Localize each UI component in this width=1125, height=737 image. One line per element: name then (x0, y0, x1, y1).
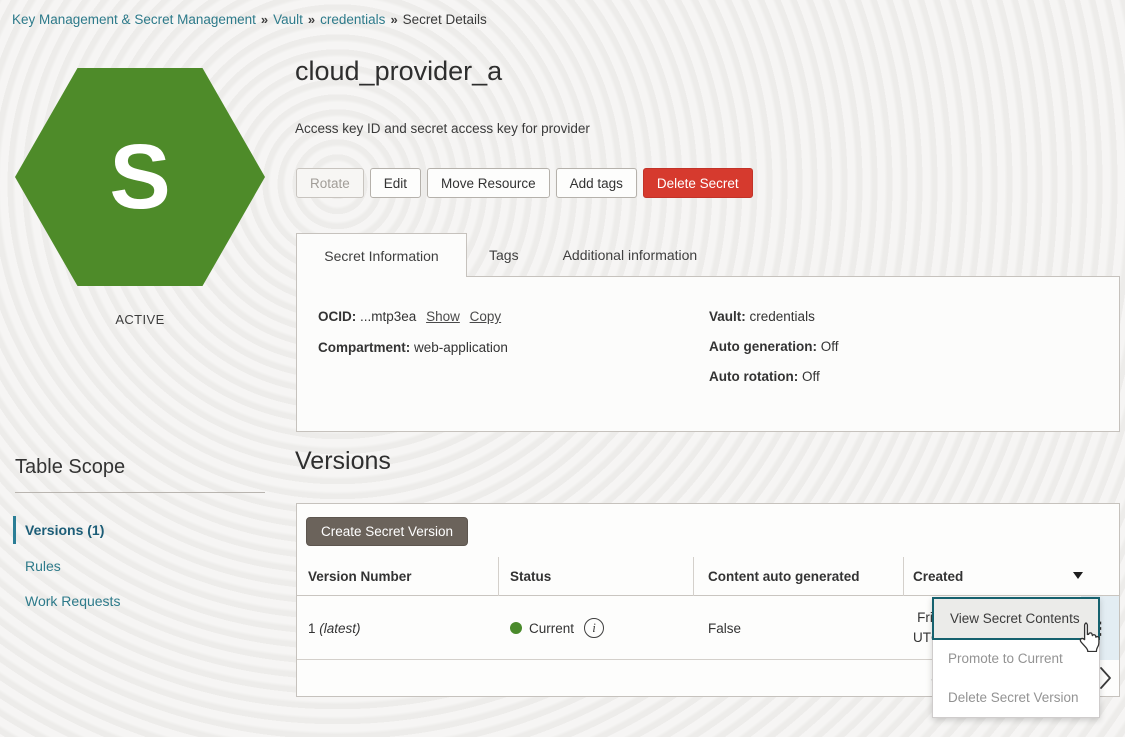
auto-generation-label: Auto generation: (709, 339, 817, 354)
ocid-label: OCID: (318, 309, 356, 324)
breadcrumb-link-vault[interactable]: Vault (273, 12, 303, 27)
secret-information-panel: OCID: ...mtp3ea Show Copy Compartment: w… (296, 276, 1120, 432)
show-link[interactable]: Show (426, 309, 460, 324)
secret-details-page: Key Management & Secret Management » Vault… (0, 0, 1125, 737)
vault-label: Vault: (709, 309, 746, 324)
create-secret-version-button[interactable]: Create Secret Version (306, 517, 468, 546)
breadcrumb-current-page: Secret Details (403, 12, 487, 27)
breadcrumb-link-credentials[interactable]: credentials (320, 12, 385, 27)
breadcrumb-separator-icon: » (390, 12, 397, 27)
breadcrumb-link-key-management[interactable]: Key Management & Secret Management (12, 12, 256, 27)
tab-bar: Secret Information Tags Additional infor… (296, 233, 719, 277)
column-header-created[interactable]: Created (913, 557, 963, 596)
breadcrumb-separator-icon: » (308, 12, 315, 27)
status-badge: ACTIVE (15, 312, 265, 327)
sidebar-divider (15, 492, 265, 493)
auto-rotation-field: Auto rotation: Off (709, 369, 820, 384)
compartment-label: Compartment: (318, 340, 410, 355)
sidebar-item-rules[interactable]: Rules (25, 558, 61, 574)
delete-secret-button[interactable]: Delete Secret (643, 168, 753, 198)
compartment-field: Compartment: web-application (318, 340, 508, 355)
status-dot-icon (510, 622, 522, 634)
table-scope-title: Table Scope (15, 456, 125, 479)
auto-generation-value: Off (821, 339, 839, 354)
tab-additional-information[interactable]: Additional information (541, 233, 720, 277)
secret-hexagon-icon: S (15, 68, 265, 286)
version-number: 1 (308, 621, 316, 636)
breadcrumb-separator-icon: » (261, 12, 268, 27)
edit-button[interactable]: Edit (370, 168, 421, 198)
auto-rotation-value: Off (802, 369, 820, 384)
action-buttons: Rotate Edit Move Resource Add tags Delet… (296, 168, 753, 198)
status-cell: Current i (510, 596, 604, 660)
page-title: cloud_provider_a (295, 56, 502, 87)
compartment-value: web-application (414, 340, 508, 355)
rotate-button[interactable]: Rotate (296, 168, 364, 198)
ocid-field: OCID: ...mtp3ea Show Copy (318, 309, 501, 324)
sidebar-item-versions[interactable]: Versions (1) (25, 522, 104, 538)
move-resource-button[interactable]: Move Resource (427, 168, 550, 198)
column-header-status[interactable]: Status (510, 557, 551, 596)
sidebar-item-work-requests[interactable]: Work Requests (25, 593, 120, 609)
version-number-cell: 1 (latest) (308, 596, 361, 660)
menu-item-promote-to-current[interactable]: Promote to Current (933, 639, 1099, 678)
versions-section-title: Versions (295, 447, 391, 476)
status-text: Current (529, 621, 574, 636)
copy-link[interactable]: Copy (470, 309, 502, 324)
vault-value: credentials (750, 309, 815, 324)
version-latest-suffix: (latest) (319, 621, 360, 636)
column-header-version-number[interactable]: Version Number (308, 557, 412, 596)
page-description: Access key ID and secret access key for … (295, 121, 590, 136)
hexagon-letter: S (109, 131, 170, 223)
content-auto-generated-cell: False (708, 596, 741, 660)
active-item-indicator (13, 516, 16, 544)
info-icon[interactable]: i (584, 618, 604, 638)
tab-secret-information[interactable]: Secret Information (296, 233, 467, 277)
tab-tags[interactable]: Tags (467, 233, 541, 277)
auto-generation-field: Auto generation: Off (709, 339, 839, 354)
vault-field: Vault: credentials (709, 309, 815, 324)
sort-descending-icon[interactable] (1073, 572, 1083, 579)
auto-rotation-label: Auto rotation: (709, 369, 798, 384)
column-header-content-auto-generated[interactable]: Content auto generated (708, 557, 860, 596)
column-divider (693, 557, 694, 596)
add-tags-button[interactable]: Add tags (556, 168, 637, 198)
menu-item-delete-secret-version[interactable]: Delete Secret Version (933, 678, 1099, 717)
table-header-row: Version Number Status Content auto gener… (297, 557, 1119, 596)
ocid-value: ...mtp3ea (360, 309, 416, 324)
content-auto-generated-value: False (708, 621, 741, 636)
row-context-menu: View Secret Contents Promote to Current … (932, 597, 1100, 718)
column-divider (498, 557, 499, 596)
breadcrumb: Key Management & Secret Management » Vault… (12, 12, 487, 27)
menu-item-view-secret-contents[interactable]: View Secret Contents (932, 597, 1100, 640)
column-divider (903, 557, 904, 596)
